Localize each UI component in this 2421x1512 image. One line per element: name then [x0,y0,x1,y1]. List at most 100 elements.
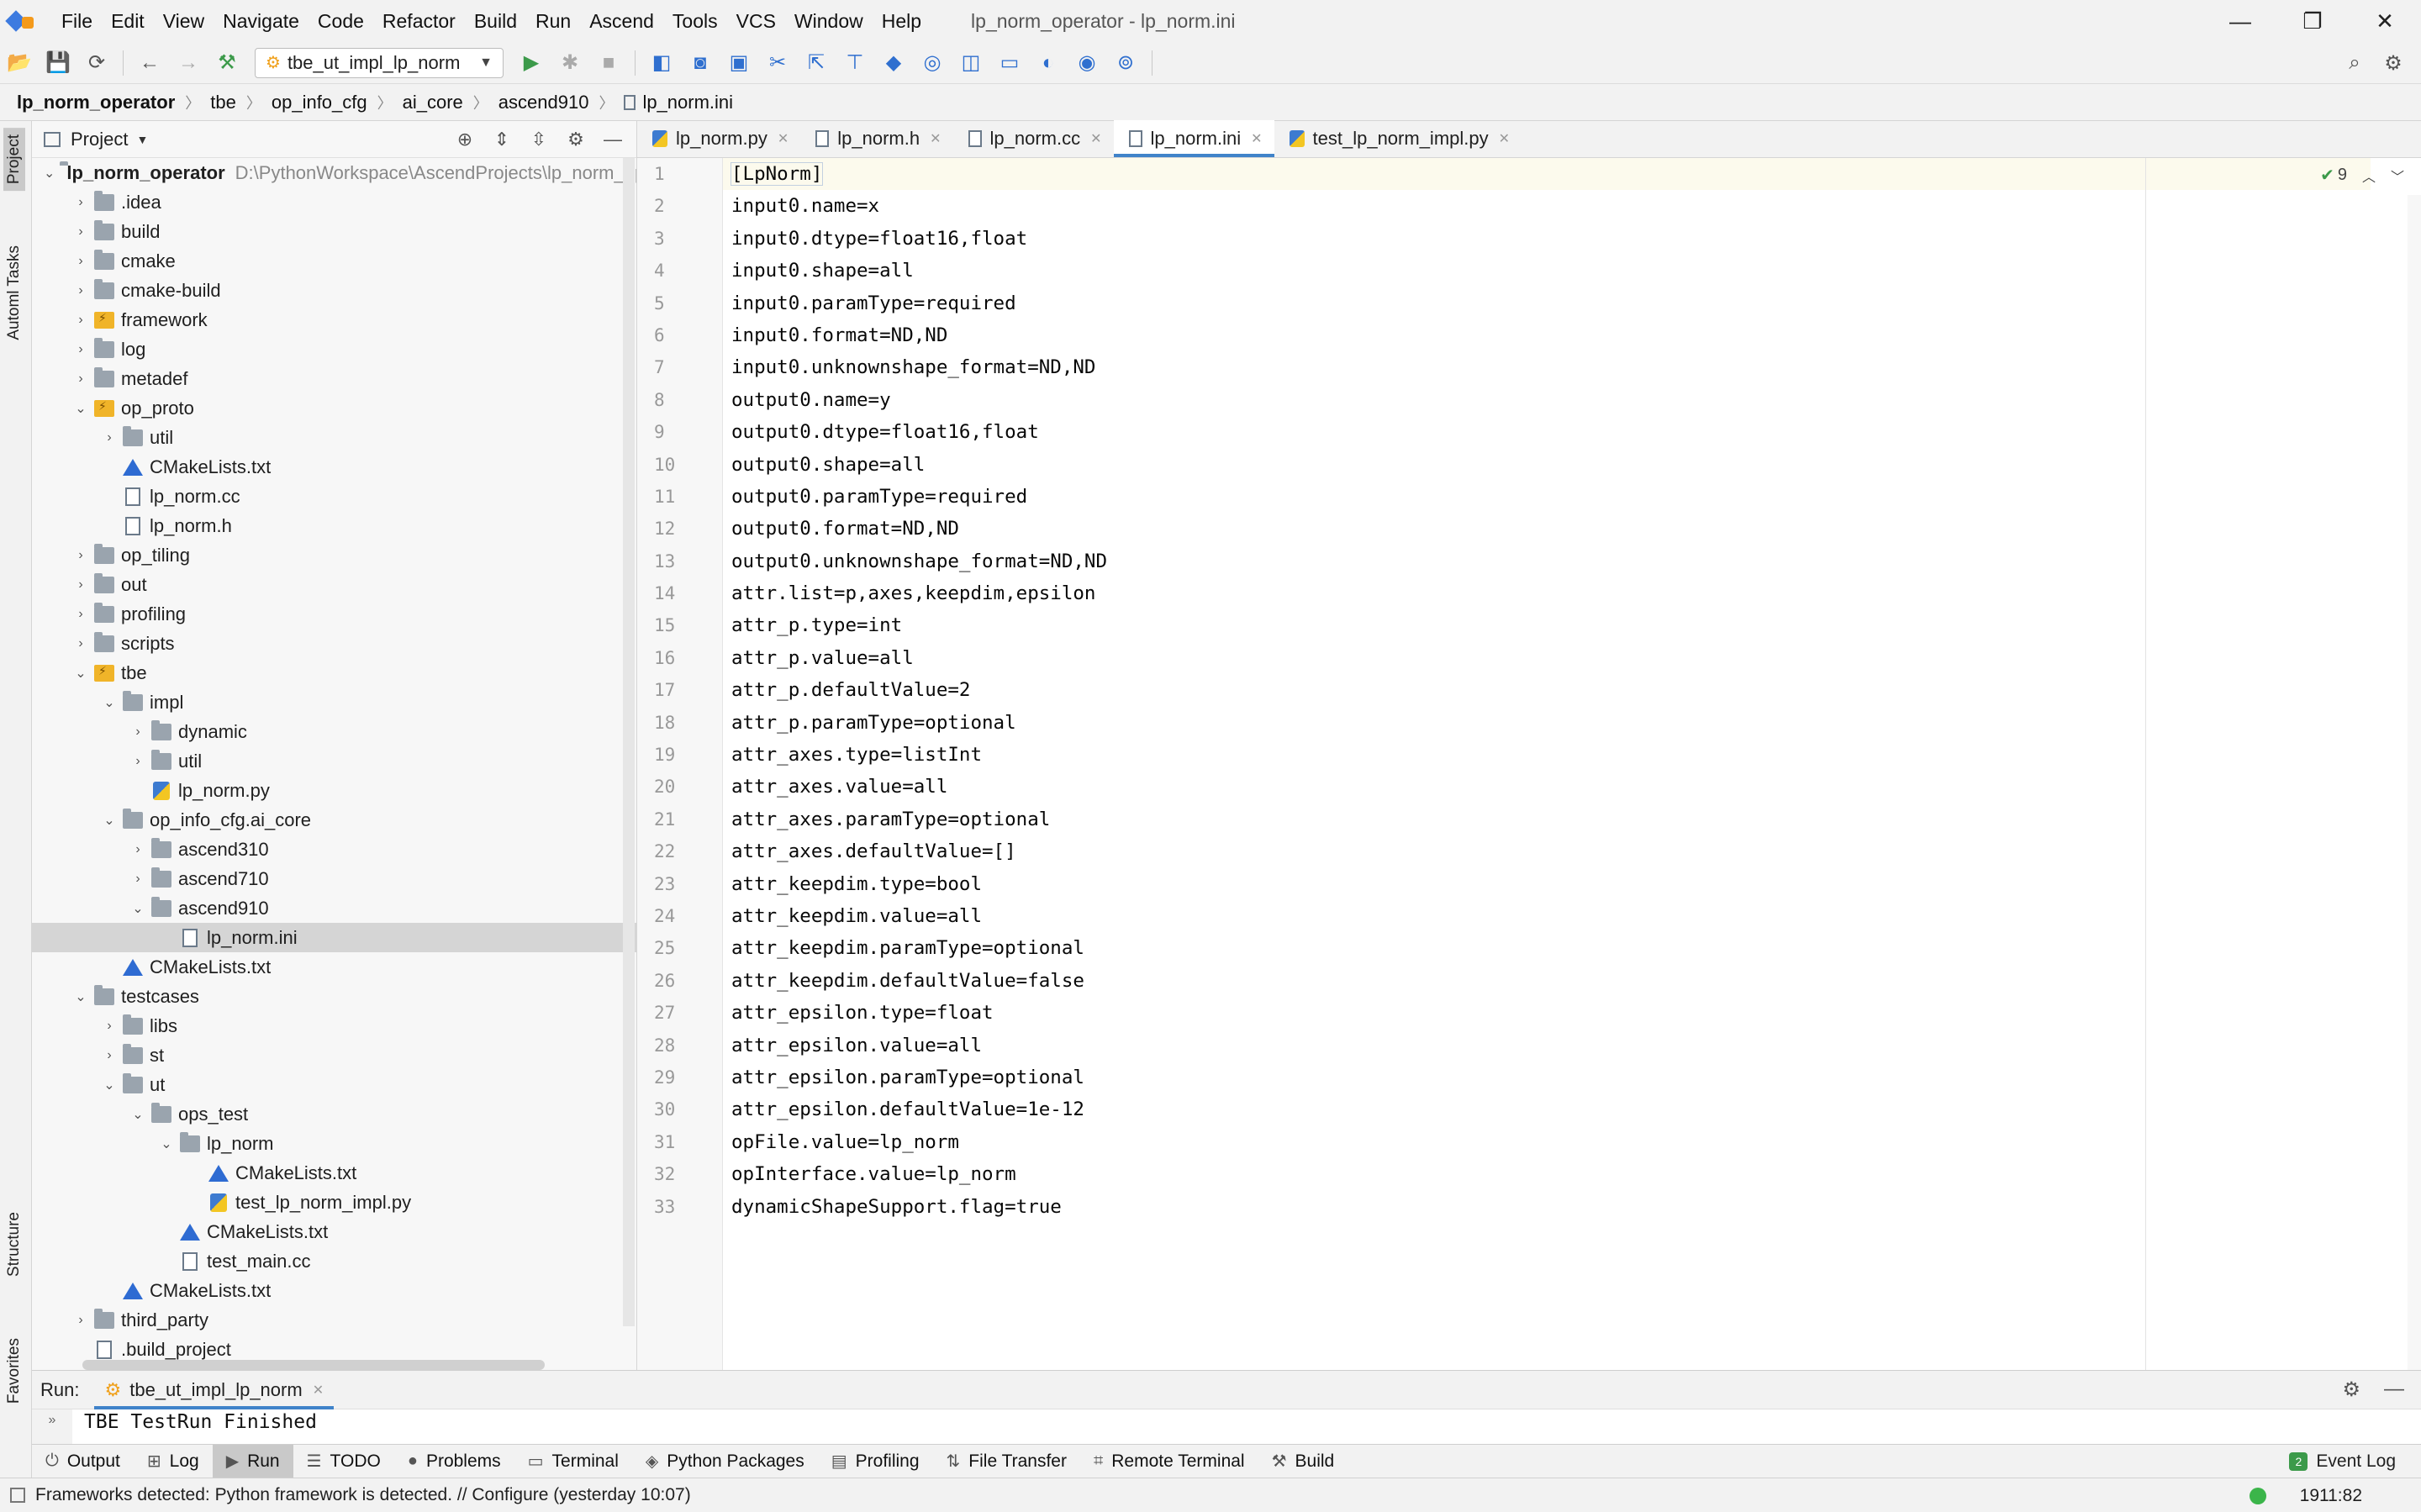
chevron-down-icon[interactable]: ⌄ [129,900,146,917]
close-icon[interactable]: ✕ [1499,130,1510,147]
code-line[interactable]: opInterface.value=lp_norm [723,1158,2371,1190]
code-line[interactable]: output0.dtype=float16,float [723,416,2371,448]
run-play-icon[interactable]: ▶ [514,46,548,80]
tree-item[interactable]: › st [32,1040,636,1070]
chevron-down-icon[interactable]: ⌄ [101,694,118,711]
code-line[interactable]: attr_keepdim.paramType=optional [723,932,2371,964]
restore-button[interactable]: ❐ [2276,0,2349,42]
tool-window-problems[interactable]: ● Problems [394,1445,514,1478]
tree-item[interactable]: › out [32,570,636,599]
editor-tab[interactable]: test_lp_norm_impl.py ✕ [1274,120,1522,157]
code-line[interactable]: attr_keepdim.type=bool [723,868,2371,900]
debug-bug-icon[interactable]: ✱ [553,46,587,80]
chevron-right-icon[interactable]: › [72,636,89,651]
code-line[interactable]: output0.shape=all [723,449,2371,481]
ascend-package-icon[interactable]: ◆ [877,46,910,80]
tree-item[interactable]: › metadef [32,364,636,393]
close-icon[interactable]: ✕ [778,130,789,147]
tree-item[interactable]: CMakeLists.txt [32,1217,636,1246]
ascend-cut-icon[interactable]: ✂ [761,46,794,80]
ascend-config-icon[interactable]: ▣ [722,46,756,80]
code-area[interactable]: [LpNorm] input0.name=x input0.dtype=float1… [723,158,2371,1370]
run-tab[interactable]: ⚙ tbe_ut_impl_lp_norm ✕ [94,1371,334,1409]
chevron-up-icon[interactable]: ︿ [2362,166,2376,186]
tree-item[interactable]: › build [32,217,636,246]
tree-item[interactable]: › third_party [32,1305,636,1335]
code-line[interactable]: attr_axes.value=all [723,771,2371,803]
chevron-right-icon[interactable]: › [72,548,89,563]
chevron-right-icon[interactable]: › [129,724,146,740]
forward-arrow-icon[interactable]: → [171,46,205,80]
ascend-tree-icon[interactable]: ⊤ [838,46,872,80]
chevron-down-icon[interactable]: ▼ [136,133,148,146]
tree-item[interactable]: ⌄ ut [32,1070,636,1099]
chevron-down-icon[interactable]: ⌄ [72,665,89,682]
code-line[interactable]: attr_p.value=all [723,642,2371,674]
status-message[interactable]: Frameworks detected: Python framework is… [35,1485,691,1505]
code-line[interactable]: output0.name=y [723,384,2371,416]
ascend-analysis-icon[interactable]: ◉ [1070,46,1104,80]
code-line[interactable]: attr_axes.type=listInt [723,739,2371,771]
tree-item[interactable]: › util [32,746,636,776]
minimize-button[interactable]: — [2204,0,2276,42]
chevron-right-icon[interactable]: › [101,1048,118,1063]
editor-tab[interactable]: lp_norm.ini ✕ [1113,120,1274,157]
chevron-right-icon[interactable]: › [129,872,146,887]
collapse-all-icon[interactable]: ⇳ [520,124,557,155]
chevron-right-icon[interactable]: › [72,371,89,387]
tree-item[interactable]: ⌄ ops_test [32,1099,636,1129]
menu-help[interactable]: Help [873,0,931,42]
stripe-tab-structure[interactable]: Structure [3,1205,25,1283]
close-icon[interactable]: ✕ [930,130,941,147]
tree-item[interactable]: lp_norm.h [32,511,636,540]
tree-item[interactable]: lp_norm.ini [32,923,636,952]
close-window-button[interactable]: ✕ [2349,0,2421,42]
chevron-right-icon[interactable]: › [129,842,146,857]
code-line[interactable]: [LpNorm] [723,158,2371,191]
sync-icon[interactable]: ⟳ [80,46,113,80]
editor-tab[interactable]: lp_norm.h ✕ [800,120,952,157]
chevron-right-icon[interactable]: › [72,607,89,622]
locate-target-icon[interactable]: ⊕ [446,124,483,155]
chevron-down-icon[interactable]: ⌄ [101,1077,118,1093]
code-line[interactable]: attr_epsilon.type=float [723,997,2371,1029]
chevron-right-icon[interactable]: › [101,1019,118,1034]
tree-item[interactable]: › util [32,423,636,452]
tree-item[interactable]: › log [32,335,636,364]
hide-panel-icon[interactable]: — [2384,1378,2404,1402]
menu-edit[interactable]: Edit [102,0,154,42]
code-line[interactable]: attr_axes.paramType=optional [723,803,2371,835]
chevron-right-icon[interactable]: › [72,1313,89,1328]
tool-window-remote-terminal[interactable]: ⌗ Remote Terminal [1080,1445,1258,1478]
tool-window-build[interactable]: ⚒ Build [1258,1445,1348,1478]
tree-item[interactable]: › ascend310 [32,835,636,864]
gear-icon[interactable]: ⚙ [557,124,594,155]
tree-item[interactable]: › op_tiling [32,540,636,570]
tree-item[interactable]: ⌄ tbe [32,658,636,688]
back-arrow-icon[interactable]: ← [133,46,166,80]
tree-item[interactable]: ⌄ lp_norm [32,1129,636,1158]
tree-horizontal-scrollbar[interactable] [82,1360,545,1370]
tree-item[interactable]: test_lp_norm_impl.py [32,1188,636,1217]
status-window-icon[interactable] [10,1488,25,1503]
breadcrumb-item-ai-core[interactable]: ai_core [403,92,463,113]
tree-item[interactable]: › scripts [32,629,636,658]
tree-item[interactable]: lp_norm.cc [32,482,636,511]
code-line[interactable]: attr_p.type=int [723,609,2371,641]
run-configuration-select[interactable]: ⚙ tbe_ut_impl_lp_norm ▼ [255,47,504,78]
ascend-camera-icon[interactable]: ◙ [683,46,717,80]
tree-root[interactable]: ⌄ lp_norm_operator D:\PythonWorkspace\As… [32,158,636,187]
caret-position[interactable]: 1911:82 [2300,1486,2362,1506]
ascend-deploy-icon[interactable]: ⇱ [799,46,833,80]
tree-item[interactable]: › framework [32,305,636,335]
tree-vertical-scrollbar[interactable] [623,158,635,1326]
chevron-down-icon[interactable]: ﹀ [2391,166,2404,186]
ascend-monitor-icon[interactable]: ▭ [993,46,1026,80]
editor-scrollbar[interactable] [2408,195,2421,1370]
chevron-right-icon[interactable]: › [101,430,118,445]
tree-item[interactable]: › profiling [32,599,636,629]
close-icon[interactable]: ✕ [1090,130,1101,147]
tool-window-python-packages[interactable]: ◈ Python Packages [632,1445,818,1478]
code-line[interactable]: input0.format=ND,ND [723,319,2371,351]
chevron-down-icon[interactable]: ⌄ [72,988,89,1005]
